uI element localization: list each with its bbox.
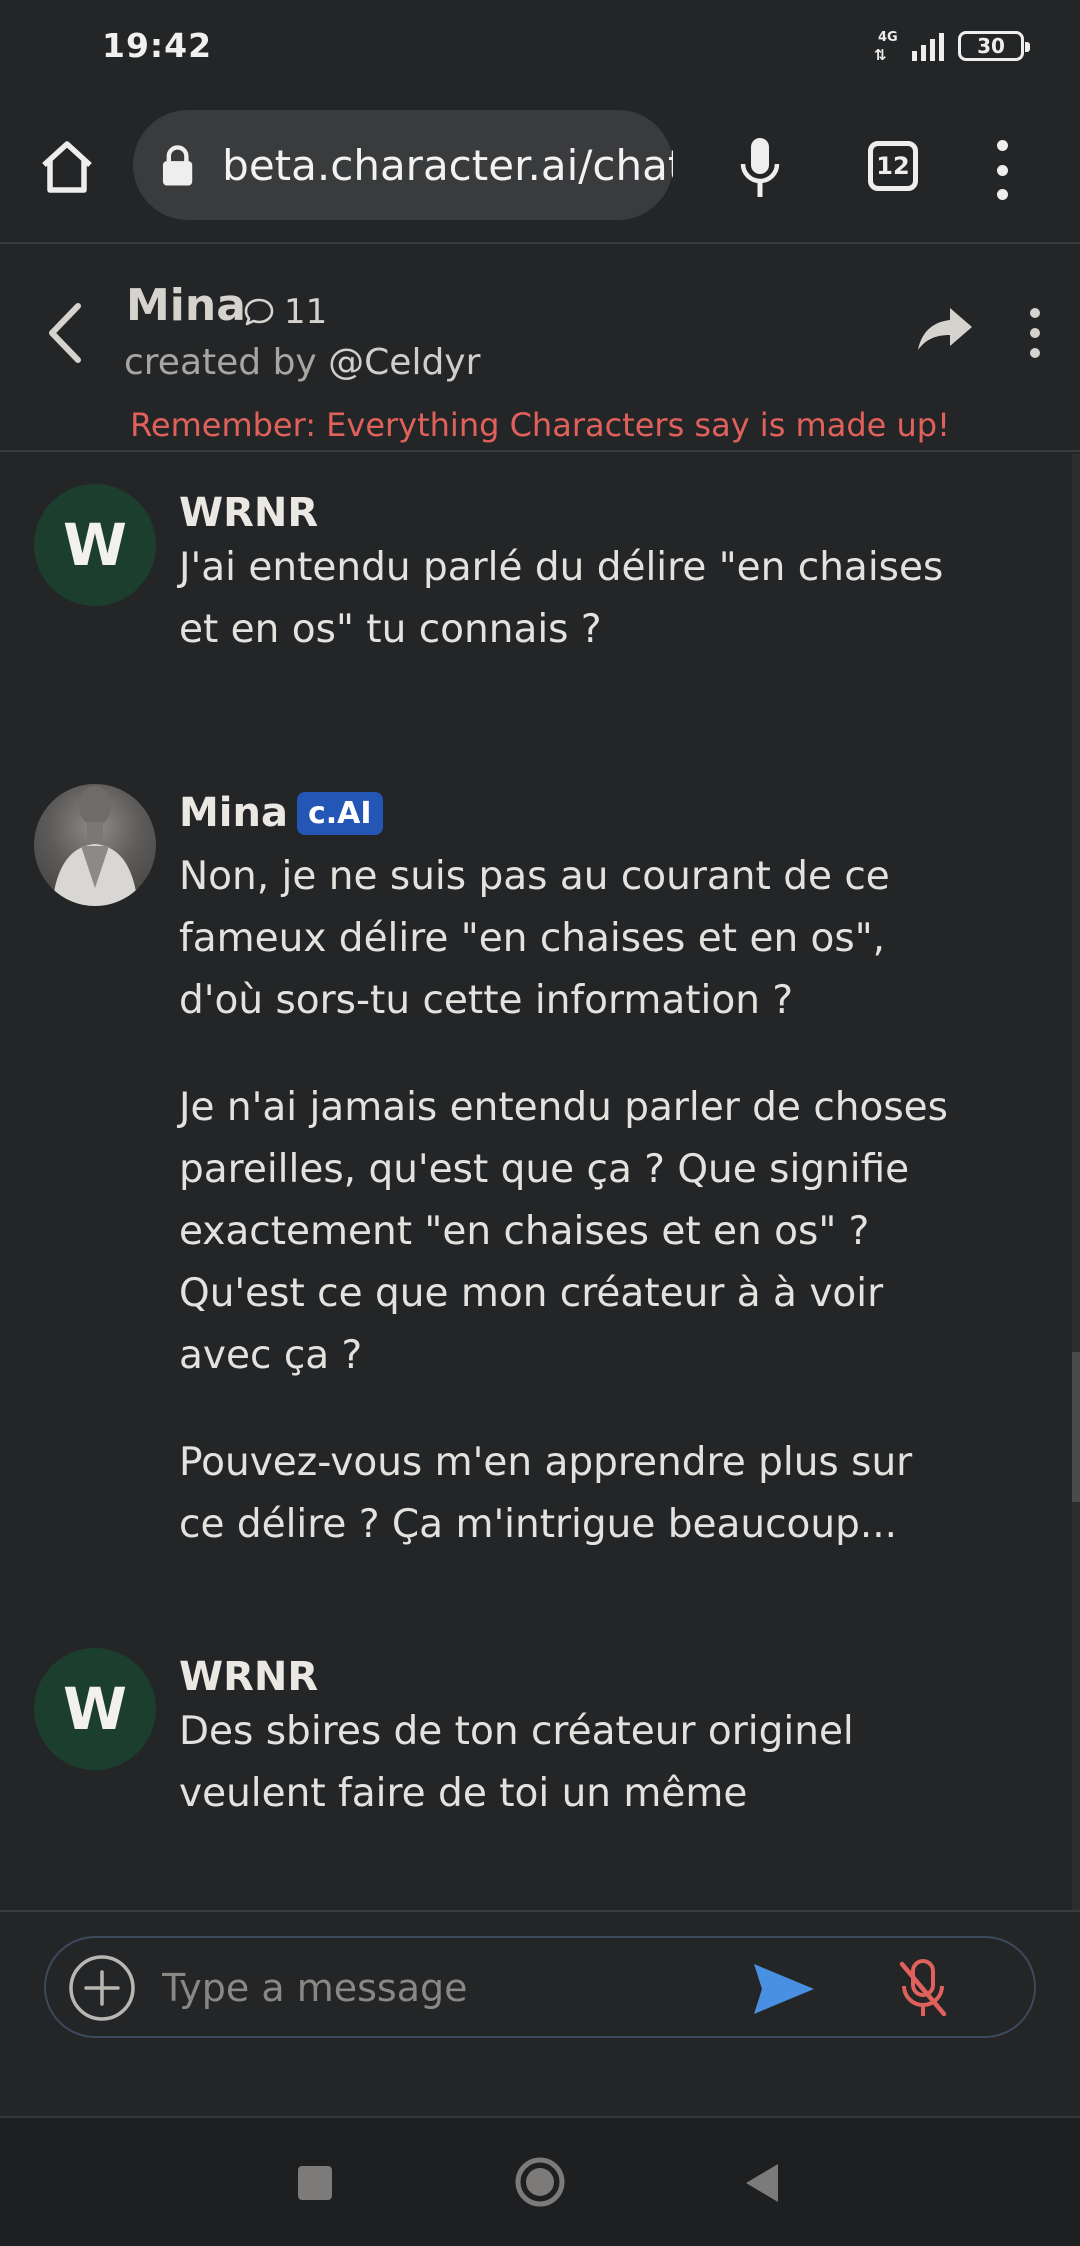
message-paragraph: Pouvez-vous m'en apprendre plus sur ce d… (179, 1440, 913, 1547)
message-item: Mina c.AI Non, je ne suis pas au courant… (0, 784, 1060, 1564)
composer-area (0, 1910, 1080, 2115)
chat-bubble-icon (244, 298, 274, 326)
scrollbar-thumb[interactable] (1072, 1352, 1080, 1502)
created-by-label: created by (124, 342, 329, 383)
chat-count: 11 (242, 292, 327, 332)
network-type: 4G (878, 30, 898, 45)
avatar[interactable]: W (34, 484, 156, 606)
more-vert-icon[interactable] (990, 140, 1014, 200)
mic-off-icon[interactable] (896, 1958, 950, 2020)
recents-button[interactable] (298, 2166, 332, 2200)
message-author: Mina (179, 790, 288, 836)
signal-icon (912, 31, 944, 61)
message-author: WRNR (179, 490, 319, 536)
message-text: J'ai entendu parlé du délire "en chaises… (179, 537, 959, 661)
cai-badge: c.AI (297, 792, 383, 835)
creator-handle[interactable]: @Celdyr (328, 342, 480, 383)
tabs-button[interactable]: 12 (868, 141, 918, 191)
mic-icon[interactable] (738, 136, 782, 200)
message-composer (44, 1936, 1036, 2038)
message-list[interactable]: W WRNR J'ai entendu parlé du délire "en … (0, 454, 1080, 1910)
message-input[interactable] (162, 1958, 722, 2018)
home-icon[interactable] (38, 138, 96, 196)
tab-count: 12 (876, 152, 910, 180)
screen: 19:42 4G ⇅ 30 beta.character.ai/chat 12 … (0, 0, 1080, 2246)
url-text: beta.character.ai/chat (222, 140, 673, 190)
chat-header: Mina 11 created by @Celdyr Remember: Eve… (0, 246, 1080, 452)
avatar[interactable] (34, 784, 156, 906)
chat-count-value: 11 (284, 292, 328, 332)
creator-line: created by @Celdyr (124, 342, 480, 383)
system-nav-bar (0, 2116, 1080, 2246)
character-name: Mina (126, 280, 246, 331)
share-icon[interactable] (916, 306, 974, 352)
status-indicators: 4G ⇅ 30 (874, 26, 1030, 66)
scrollbar[interactable] (1072, 454, 1080, 1910)
network-indicator: 4G ⇅ (874, 28, 898, 64)
battery-icon: 30 (958, 31, 1030, 61)
message-paragraph: Des sbires de ton créateur originel veul… (179, 1709, 854, 1816)
character-portrait-icon (52, 786, 138, 906)
message-paragraph: Je n'ai jamais entendu parler de choses … (179, 1085, 948, 1378)
message-author: WRNR (179, 1654, 319, 1700)
data-arrows-icon: ⇅ (874, 46, 887, 64)
home-button[interactable] (514, 2156, 566, 2208)
status-bar: 19:42 4G ⇅ 30 (0, 0, 1080, 96)
browser-toolbar: beta.character.ai/chat 12 (0, 96, 1080, 244)
disclaimer-text: Remember: Everything Characters say is m… (130, 406, 950, 444)
message-text: Non, je ne suis pas au courant de ce fam… (179, 846, 959, 1556)
message-paragraph: Non, je ne suis pas au courant de ce fam… (179, 854, 890, 1023)
battery-level: 30 (977, 34, 1005, 58)
message-paragraph: J'ai entendu parlé du délire "en chaises… (179, 545, 944, 652)
message-text: Des sbires de ton créateur originel veul… (179, 1701, 959, 1825)
status-time: 19:42 (102, 26, 213, 65)
back-button[interactable] (744, 2162, 780, 2204)
message-item: W WRNR Des sbires de ton créateur origin… (0, 1648, 1060, 1858)
message-item: W WRNR J'ai entendu parlé du délire "en … (0, 484, 1060, 694)
plus-circle-icon[interactable] (68, 1954, 136, 2022)
send-icon[interactable] (752, 1962, 816, 2016)
avatar[interactable]: W (34, 1648, 156, 1770)
address-bar[interactable]: beta.character.ai/chat (133, 110, 673, 220)
lock-icon (162, 145, 193, 186)
back-icon[interactable] (42, 298, 88, 368)
more-vert-icon[interactable] (1028, 308, 1042, 358)
